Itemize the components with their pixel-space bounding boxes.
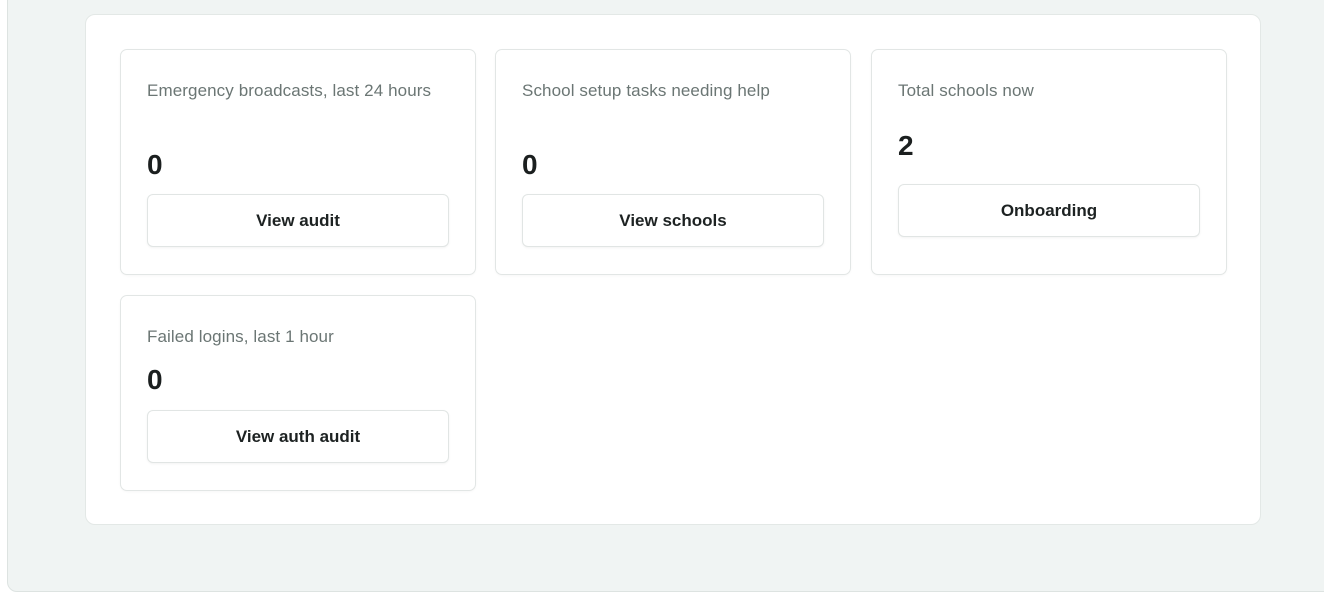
onboarding-button[interactable]: Onboarding [898, 184, 1200, 237]
card-value: 2 [898, 130, 914, 161]
emergency-broadcasts-card: Emergency broadcasts, last 24 hours 0 Vi… [120, 49, 476, 275]
school-setup-tasks-card: School setup tasks needing help 0 View s… [495, 49, 851, 275]
card-label: Failed logins, last 1 hour [147, 327, 334, 346]
card-label: Total schools now [898, 81, 1034, 100]
total-schools-card: Total schools now 2 Onboarding [871, 49, 1227, 275]
card-label: Emergency broadcasts, last 24 hours [147, 81, 432, 100]
card-label: School setup tasks needing help [522, 81, 770, 100]
card-value: 0 [147, 149, 163, 180]
view-audit-button[interactable]: View audit [147, 194, 449, 247]
dashboard-panel: Emergency broadcasts, last 24 hours 0 Vi… [85, 14, 1261, 525]
card-value: 0 [522, 149, 538, 180]
card-value: 0 [147, 364, 163, 395]
failed-logins-card: Failed logins, last 1 hour 0 View auth a… [120, 295, 476, 491]
view-auth-audit-button[interactable]: View auth audit [147, 410, 449, 463]
view-schools-button[interactable]: View schools [522, 194, 824, 247]
